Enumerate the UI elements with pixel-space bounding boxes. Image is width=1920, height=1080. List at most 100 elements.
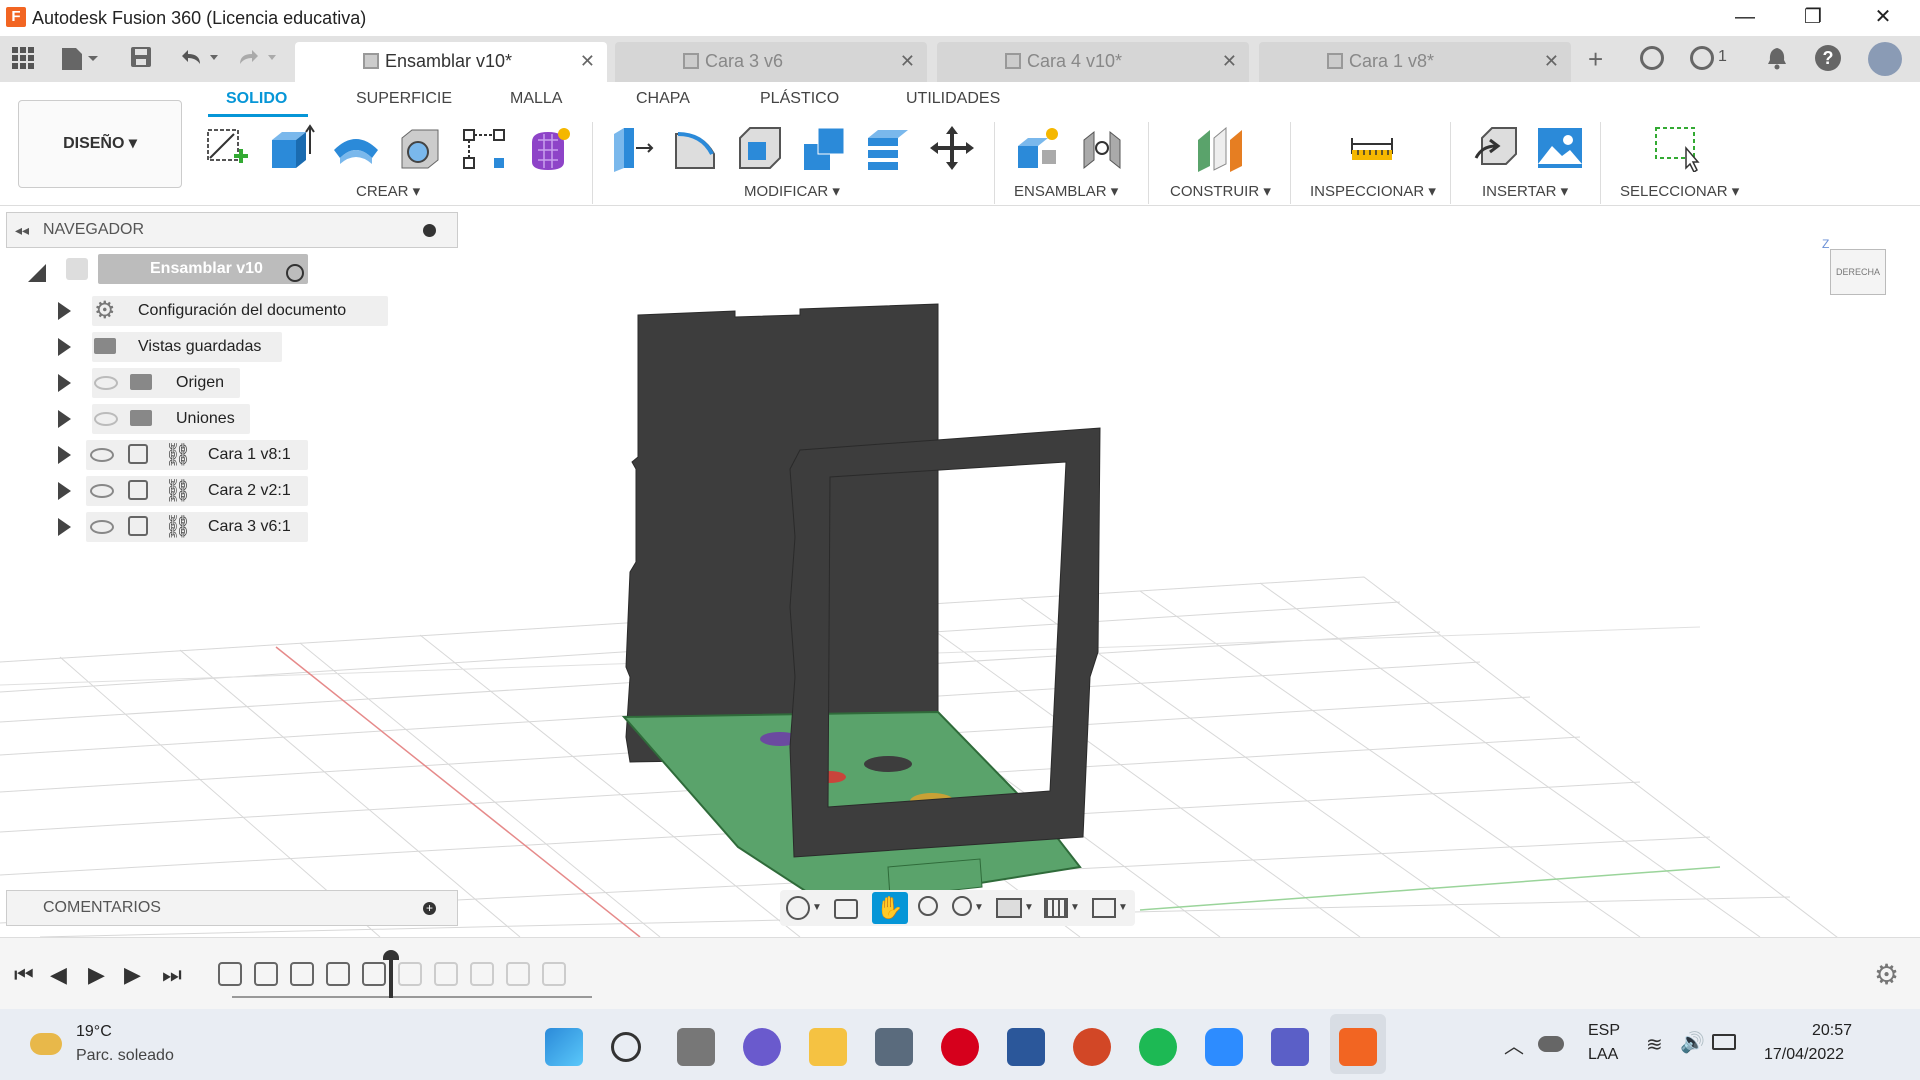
next-step-icon[interactable]: ▶ — [124, 962, 141, 988]
calculator-icon[interactable] — [875, 1028, 913, 1066]
joint-icon[interactable] — [1078, 124, 1126, 172]
group-ensamblar[interactable]: ENSAMBLAR ▾ — [1014, 182, 1118, 200]
view-cube[interactable]: Z DERECHA — [1822, 237, 1892, 303]
save-icon[interactable] — [130, 46, 152, 68]
group-seleccionar[interactable]: SELECCIONAR ▾ — [1620, 182, 1739, 200]
bell-icon[interactable] — [1765, 46, 1789, 70]
timeline-features[interactable] — [218, 962, 598, 988]
job-status-icon[interactable] — [1690, 46, 1714, 70]
close-window-button[interactable]: ✕ — [1848, 0, 1918, 36]
chevron-down-icon[interactable]: ▼ — [812, 902, 822, 913]
minimize-panel-icon[interactable] — [423, 224, 436, 237]
expand-triangle-icon[interactable] — [58, 410, 71, 428]
start-windows-icon[interactable] — [545, 1028, 583, 1066]
chevron-up-icon[interactable]: ︿ — [1504, 1030, 1524, 1059]
measure-icon[interactable] — [1348, 124, 1396, 172]
group-insertar[interactable]: INSERTAR ▾ — [1482, 182, 1568, 200]
display-settings-icon[interactable] — [996, 898, 1022, 918]
teams-icon[interactable] — [1271, 1028, 1309, 1066]
add-comment-icon[interactable]: + — [423, 902, 436, 915]
expand-triangle-icon[interactable] — [58, 518, 71, 536]
first-step-icon[interactable]: ⏮ — [14, 962, 34, 988]
tab-utilidades[interactable]: UTILIDADES — [906, 90, 1000, 108]
last-step-icon[interactable]: ⏭ — [162, 962, 182, 988]
task-view-icon[interactable] — [677, 1028, 715, 1066]
tab-superficie[interactable]: SUPERFICIE — [356, 90, 452, 108]
chevron-down-icon[interactable]: ▼ — [974, 902, 984, 913]
tab-chapa[interactable]: CHAPA — [636, 90, 690, 108]
onedrive-cloud-icon[interactable] — [1538, 1036, 1564, 1052]
joint-feature-icon[interactable] — [326, 962, 350, 986]
look-at-icon[interactable] — [834, 899, 858, 919]
expand-triangle-icon[interactable] — [58, 482, 71, 500]
restore-button[interactable]: ❐ — [1778, 0, 1848, 36]
group-modificar[interactable]: MODIFICAR ▾ — [744, 182, 840, 200]
expand-triangle-icon[interactable] — [58, 302, 71, 320]
opera-icon[interactable] — [941, 1028, 979, 1066]
search-icon[interactable] — [611, 1032, 641, 1062]
suppressed-feature-icon[interactable] — [506, 962, 530, 986]
insert-derive-icon[interactable] — [1472, 124, 1520, 172]
offset-face-icon[interactable] — [864, 124, 912, 172]
shell-icon[interactable] — [736, 124, 784, 172]
lang-layout[interactable]: LAA — [1588, 1046, 1618, 1064]
help-icon[interactable]: ? — [1815, 45, 1841, 71]
tab-cara-1[interactable]: Cara 1 v8* ✕ — [1259, 42, 1571, 82]
pattern-icon[interactable] — [460, 124, 508, 172]
chevron-down-icon[interactable]: ▼ — [1024, 902, 1034, 913]
suppressed-feature-icon[interactable] — [542, 962, 566, 986]
insert-image-icon[interactable] — [1536, 124, 1584, 172]
tab-cara-4[interactable]: Cara 4 v10* ✕ — [937, 42, 1249, 82]
minimize-button[interactable]: — — [1710, 0, 1780, 36]
suppressed-feature-icon[interactable] — [434, 962, 458, 986]
expand-triangle-icon[interactable] — [58, 374, 71, 392]
play-icon[interactable]: ▶ — [88, 962, 105, 988]
grid-menu-icon[interactable] — [12, 47, 34, 69]
fillet-icon[interactable] — [672, 124, 720, 172]
file-menu-icon[interactable] — [60, 46, 98, 70]
group-inspeccionar[interactable]: INSPECCIONAR ▾ — [1310, 182, 1436, 200]
workspace-dropdown[interactable]: DISEÑO ▾ — [18, 100, 182, 188]
new-tab-icon[interactable]: + — [1588, 44, 1603, 75]
volume-icon[interactable]: 🔊 — [1680, 1030, 1705, 1055]
root-component[interactable]: Ensamblar v10 — [98, 254, 308, 284]
offset-plane-icon[interactable] — [1196, 124, 1244, 172]
tab-plastico[interactable]: PLÁSTICO — [760, 90, 839, 108]
extensions-icon[interactable] — [1640, 46, 1664, 70]
suppressed-feature-icon[interactable] — [398, 962, 422, 986]
eye-icon[interactable] — [66, 258, 88, 280]
group-crear[interactable]: CREAR ▾ — [356, 182, 420, 200]
word-icon[interactable] — [1007, 1028, 1045, 1066]
eye-icon[interactable] — [90, 484, 114, 498]
clock-date[interactable]: 17/04/2022 — [1764, 1046, 1844, 1064]
eye-icon[interactable] — [90, 448, 114, 462]
close-tab-icon[interactable]: ✕ — [1544, 42, 1559, 80]
eye-icon[interactable] — [90, 520, 114, 534]
file-explorer-icon[interactable] — [809, 1028, 847, 1066]
chat-icon[interactable] — [743, 1028, 781, 1066]
group-construir[interactable]: CONSTRUIR ▾ — [1170, 182, 1271, 200]
zoom-app-icon[interactable] — [1205, 1028, 1243, 1066]
activate-radio-icon[interactable] — [286, 264, 304, 282]
select-window-icon[interactable] — [1652, 124, 1700, 174]
move-icon[interactable] — [928, 124, 976, 172]
joint-feature-icon[interactable] — [218, 962, 242, 986]
collapse-icon[interactable]: ◂◂ — [15, 213, 29, 247]
chevron-down-icon[interactable]: ▼ — [1070, 902, 1080, 913]
back-panel[interactable] — [625, 303, 939, 763]
hole-icon[interactable] — [396, 124, 444, 172]
fusion-taskbar-icon[interactable] — [1339, 1028, 1377, 1066]
clock-time[interactable]: 20:57 — [1812, 1022, 1852, 1040]
wifi-icon[interactable]: ≋ — [1646, 1032, 1663, 1057]
tab-cara-3[interactable]: Cara 3 v6 ✕ — [615, 42, 927, 82]
joint-feature-icon[interactable] — [254, 962, 278, 986]
expand-triangle-icon[interactable] — [58, 446, 71, 464]
create-form-icon[interactable] — [524, 124, 572, 172]
powerpoint-icon[interactable] — [1073, 1028, 1111, 1066]
redo-icon[interactable] — [236, 46, 278, 68]
zoom-icon[interactable] — [918, 896, 938, 916]
close-tab-icon[interactable]: ✕ — [1222, 42, 1237, 80]
collapse-triangle-icon[interactable] — [28, 264, 46, 282]
chevron-down-icon[interactable]: ▼ — [1118, 902, 1128, 913]
close-tab-icon[interactable]: ✕ — [900, 42, 915, 80]
